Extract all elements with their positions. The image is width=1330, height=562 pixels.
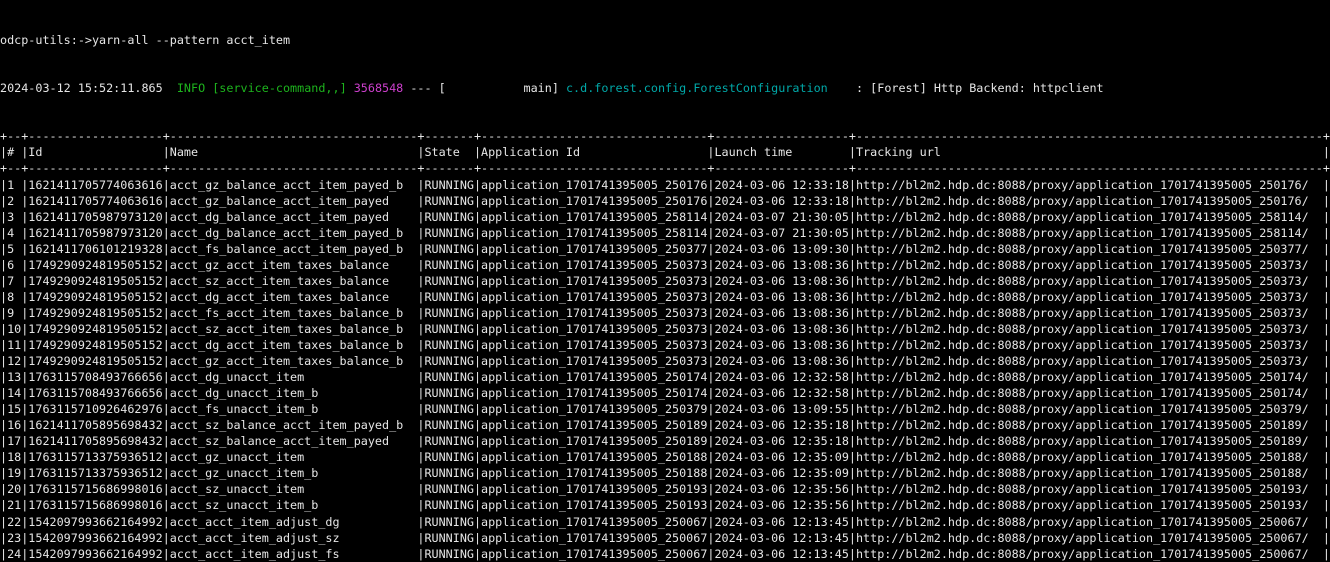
table-row: |9 |1749290924819505152|acct_fs_acct_ite… — [0, 305, 1330, 321]
table-row: |19|1763115713375936512|acct_gz_unacct_i… — [0, 465, 1330, 481]
log-line: 2024-03-12 15:52:11.865 INFO [service-co… — [0, 80, 1330, 96]
table-row: |1 |1621411705774063616|acct_gz_balance_… — [0, 177, 1330, 193]
table-row: |22|1542097993662164992|acct_acct_item_a… — [0, 514, 1330, 530]
table-row: |2 |1621411705774063616|acct_gz_balance_… — [0, 193, 1330, 209]
table-row: |15|1763115710926462976|acct_fs_unacct_i… — [0, 401, 1330, 417]
command-line: odcp-utils:->yarn-all --pattern acct_ite… — [0, 32, 1330, 48]
table-row: |13|1763115708493766656|acct_dg_unacct_i… — [0, 369, 1330, 385]
table-row: |3 |1621411705987973120|acct_dg_balance_… — [0, 209, 1330, 225]
table-row: |14|1763115708493766656|acct_dg_unacct_i… — [0, 385, 1330, 401]
log-segment: c.d.forest.config.ForestConfiguration — [566, 81, 828, 95]
table-header: |# |Id |Name |State |Application Id |Lau… — [0, 144, 1330, 160]
terminal-screen[interactable]: odcp-utils:->yarn-all --pattern acct_ite… — [0, 0, 1330, 562]
table-row: |16|1621411705895698432|acct_sz_balance_… — [0, 417, 1330, 433]
log-segment: : [Forest] Http Backend: httpclient — [828, 81, 1104, 95]
yarn-applications-table: +--+-------------------+----------------… — [0, 128, 1330, 562]
table-row: |18|1763115713375936512|acct_gz_unacct_i… — [0, 449, 1330, 465]
table-row: |17|1621411705895698432|acct_sz_balance_… — [0, 433, 1330, 449]
log-segment: --- [ main] — [403, 81, 566, 95]
table-row: |21|1763115715686998016|acct_sz_unacct_i… — [0, 497, 1330, 513]
table-border: +--+-------------------+----------------… — [0, 160, 1330, 176]
table-row: |23|1542097993662164992|acct_acct_item_a… — [0, 530, 1330, 546]
table-row: |6 |1749290924819505152|acct_gz_acct_ite… — [0, 257, 1330, 273]
table-row: |8 |1749290924819505152|acct_dg_acct_ite… — [0, 289, 1330, 305]
log-segment: INFO — [170, 81, 205, 95]
table-border: +--+-------------------+----------------… — [0, 128, 1330, 144]
log-segment: 3568548 — [354, 81, 404, 95]
table-row: |20|1763115715686998016|acct_sz_unacct_i… — [0, 481, 1330, 497]
table-row: |11|1749290924819505152|acct_dg_acct_ite… — [0, 337, 1330, 353]
table-row: |10|1749290924819505152|acct_sz_acct_ite… — [0, 321, 1330, 337]
table-row: |12|1749290924819505152|acct_gz_acct_ite… — [0, 353, 1330, 369]
table-row: |7 |1749290924819505152|acct_sz_acct_ite… — [0, 273, 1330, 289]
log-segment — [347, 81, 354, 95]
table-row: |4 |1621411705987973120|acct_dg_balance_… — [0, 225, 1330, 241]
command-text: odcp-utils:->yarn-all --pattern acct_ite… — [0, 33, 290, 47]
log-segment: 2024-03-12 15:52:11.865 — [0, 81, 170, 95]
table-row: |24|1542097993662164992|acct_acct_item_a… — [0, 546, 1330, 562]
table-row: |5 |1621411706101219328|acct_fs_balance_… — [0, 241, 1330, 257]
log-segment: [service-command,,] — [212, 81, 346, 95]
